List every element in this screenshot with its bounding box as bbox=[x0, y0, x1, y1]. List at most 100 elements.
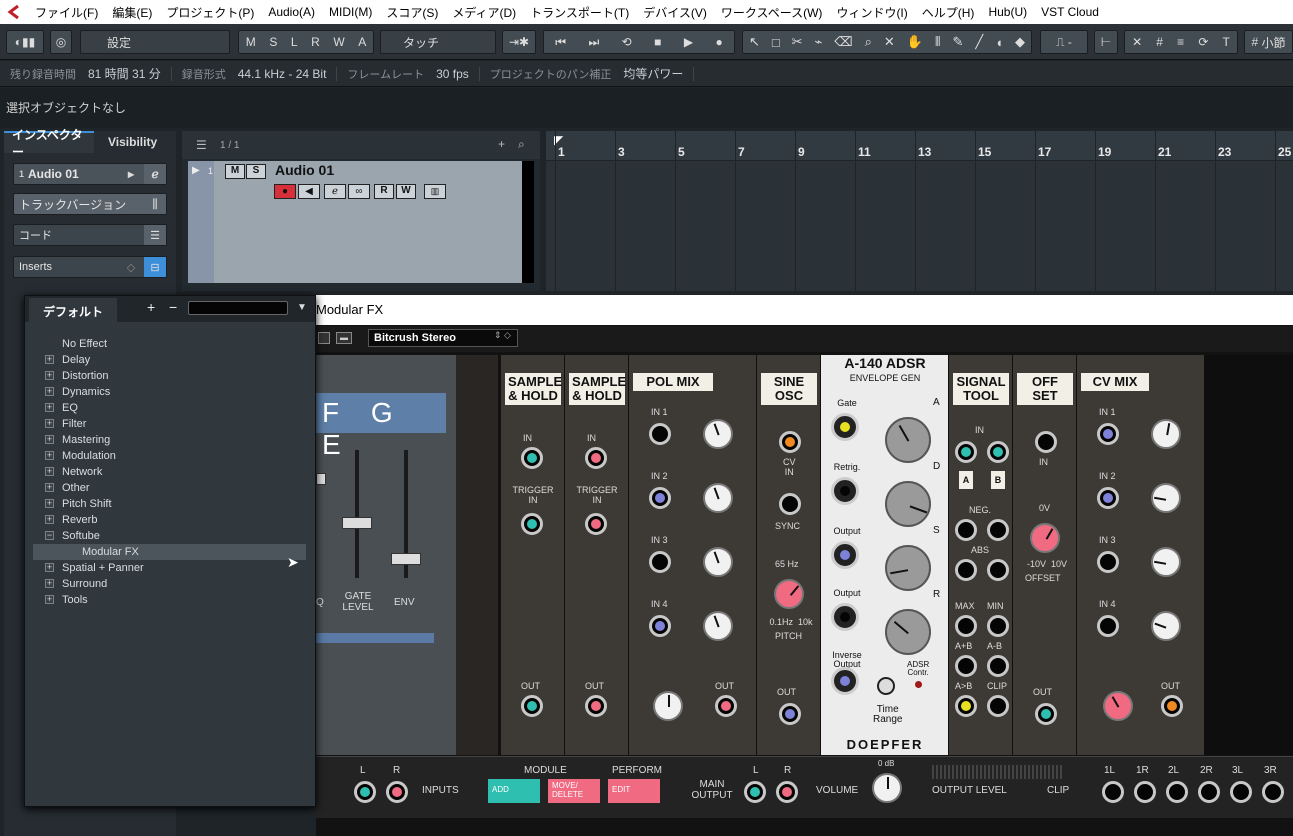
adsr-jack[interactable] bbox=[831, 667, 859, 695]
zoom-tool-icon[interactable]: ⌕ bbox=[865, 34, 872, 50]
track-row-audio-01[interactable]: ▶ 1 M S Audio 01 ● ◀ ℯ ∞ R W ▥ bbox=[188, 161, 534, 283]
pol-mix-out-jack[interactable] bbox=[715, 695, 737, 717]
cv-mix-knob[interactable] bbox=[1151, 547, 1181, 577]
cv-mix-in-jack[interactable] bbox=[1097, 551, 1119, 573]
offset-knob[interactable] bbox=[1030, 523, 1060, 553]
draw-tool-icon[interactable]: ✎ bbox=[953, 34, 964, 50]
cv-mix-knob[interactable] bbox=[1151, 483, 1181, 513]
monitor-icon[interactable]: ◀ bbox=[298, 184, 320, 199]
abs-a-jack[interactable] bbox=[955, 559, 977, 581]
cv-mix-out-jack[interactable] bbox=[1161, 695, 1183, 717]
expand-icon[interactable]: + bbox=[45, 483, 54, 492]
gate-jack[interactable] bbox=[831, 413, 859, 441]
preset-selector[interactable]: 設定 bbox=[80, 30, 230, 54]
menu-transport[interactable]: トランスポート(T) bbox=[523, 4, 636, 21]
sh1-out-jack[interactable] bbox=[521, 695, 543, 717]
adsr-jack[interactable] bbox=[831, 603, 859, 631]
tree-item-no-effect[interactable]: No Effect bbox=[62, 336, 306, 352]
gate-level-fader[interactable] bbox=[342, 517, 372, 529]
remove-collection-button[interactable]: − bbox=[169, 299, 177, 315]
menu-vst-cloud[interactable]: VST Cloud bbox=[1034, 5, 1106, 19]
menu-workspaces[interactable]: ワークスペース(W) bbox=[714, 4, 830, 21]
a-button[interactable]: A bbox=[358, 35, 366, 49]
layout-toggle-button[interactable]: ◐▮▮ bbox=[6, 30, 44, 54]
expand-icon[interactable]: + bbox=[45, 419, 54, 428]
goto-end-icon[interactable]: ⏭ bbox=[588, 35, 599, 50]
track-versions-row[interactable]: トラックバージョン ⫼ bbox=[13, 193, 167, 215]
adsr-knob-r[interactable] bbox=[885, 609, 931, 655]
mute-tool-icon[interactable]: ✕ bbox=[884, 34, 895, 50]
chevron-down-icon[interactable]: ▼ bbox=[297, 302, 307, 313]
expand-icon[interactable]: + bbox=[45, 595, 54, 604]
grid-type-selector[interactable]: # 小節 bbox=[1244, 30, 1293, 54]
adsr-jack[interactable] bbox=[831, 477, 859, 505]
search-input[interactable] bbox=[188, 301, 288, 315]
menu-audio[interactable]: Audio(A) bbox=[261, 5, 322, 19]
tree-folder-filter[interactable]: + Filter bbox=[45, 416, 306, 432]
sh2-trigger-jack[interactable] bbox=[585, 513, 607, 535]
add-module-button[interactable]: ADD bbox=[488, 779, 540, 803]
plugin-title-bar[interactable]: Modular FX bbox=[316, 295, 1293, 325]
expand-icon[interactable]: + bbox=[45, 467, 54, 476]
volume-knob[interactable] bbox=[872, 773, 902, 803]
expand-icon[interactable]: + bbox=[45, 563, 54, 572]
plugin-bypass-icon[interactable] bbox=[318, 332, 330, 344]
adsr-knob-d[interactable] bbox=[885, 481, 931, 527]
inserts-bypass-icon[interactable]: ◇ bbox=[120, 257, 142, 277]
signal-in-b-jack[interactable] bbox=[987, 441, 1009, 463]
menu-edit[interactable]: 編集(E) bbox=[105, 4, 159, 21]
a-plus-b-jack[interactable] bbox=[955, 655, 977, 677]
input-l-jack[interactable] bbox=[354, 781, 376, 803]
goto-start-icon[interactable]: ⏮ bbox=[555, 35, 566, 50]
tree-item-modular-fx[interactable]: Modular FX bbox=[33, 544, 306, 560]
edit-channel-icon[interactable]: ℯ bbox=[324, 184, 346, 199]
adsr-jack[interactable] bbox=[831, 541, 859, 569]
split-tool-icon[interactable]: ✂ bbox=[792, 34, 803, 50]
expand-icon[interactable]: + bbox=[45, 355, 54, 364]
cv-mix-in-jack[interactable] bbox=[1097, 615, 1119, 637]
tree-folder-tools[interactable]: + Tools bbox=[45, 592, 306, 608]
pol-mix-in-jack[interactable] bbox=[649, 615, 671, 637]
menu-help[interactable]: ヘルプ(H) bbox=[915, 4, 982, 21]
track-chevron-icon[interactable]: ▸ bbox=[120, 164, 142, 184]
record-icon[interactable]: ● bbox=[715, 35, 722, 49]
autoscroll-icon[interactable]: ⇥✱ bbox=[502, 30, 536, 54]
refresh-icon[interactable]: ⟳ bbox=[1198, 35, 1208, 49]
play-tool-icon[interactable]: ◖ bbox=[995, 35, 1003, 50]
min-jack[interactable] bbox=[987, 615, 1009, 637]
sine-sync-jack[interactable] bbox=[779, 493, 801, 515]
grid-lines-icon[interactable]: ≡ bbox=[1177, 35, 1184, 49]
cv-mix-in-jack[interactable] bbox=[1097, 487, 1119, 509]
cv-mix-knob[interactable] bbox=[1151, 419, 1181, 449]
q-fader[interactable] bbox=[316, 473, 326, 485]
tree-folder-distortion[interactable]: + Distortion bbox=[45, 368, 306, 384]
tree-folder-mastering[interactable]: + Mastering bbox=[45, 432, 306, 448]
track-mute-button[interactable]: M bbox=[225, 164, 245, 179]
hand-tool-icon[interactable]: ✋ bbox=[907, 34, 923, 50]
range-tool-icon[interactable]: □ bbox=[772, 35, 780, 50]
frame-rate-value[interactable]: 30 fps bbox=[436, 67, 469, 81]
channel-jack[interactable] bbox=[1102, 781, 1124, 803]
add-collection-button[interactable]: + bbox=[147, 299, 155, 315]
stop-icon[interactable]: ■ bbox=[654, 35, 661, 49]
tree-folder-delay[interactable]: + Delay bbox=[45, 352, 306, 368]
tree-folder-spatial-panner[interactable]: + Spatial + Panner bbox=[45, 560, 306, 576]
object-select-tool-icon[interactable]: ↖ bbox=[749, 34, 760, 50]
track-versions-icon[interactable]: ⫼ bbox=[144, 194, 166, 214]
write-button[interactable]: W bbox=[333, 35, 344, 49]
add-track-icon[interactable]: + bbox=[498, 137, 505, 151]
signal-in-a-jack[interactable] bbox=[955, 441, 977, 463]
sine-cv-in-jack[interactable] bbox=[779, 431, 801, 453]
solo-button[interactable]: S bbox=[269, 35, 277, 49]
expand-icon[interactable]: + bbox=[45, 371, 54, 380]
offset-in-jack[interactable] bbox=[1035, 431, 1057, 453]
search-icon[interactable]: ⌕ bbox=[518, 137, 525, 152]
adsr-knob-a[interactable] bbox=[885, 417, 931, 463]
inspector-track-name[interactable]: 1 Audio 01 ▸ ℯ bbox=[13, 163, 167, 185]
pol-mix-in-jack[interactable] bbox=[649, 423, 671, 445]
expand-icon[interactable]: + bbox=[45, 435, 54, 444]
chord-settings-icon[interactable]: ☰ bbox=[144, 225, 166, 245]
adsr-knob-s[interactable] bbox=[885, 545, 931, 591]
erase-tool-icon[interactable]: ⌫ bbox=[834, 34, 852, 50]
track-name[interactable]: Audio 01 bbox=[275, 162, 334, 178]
